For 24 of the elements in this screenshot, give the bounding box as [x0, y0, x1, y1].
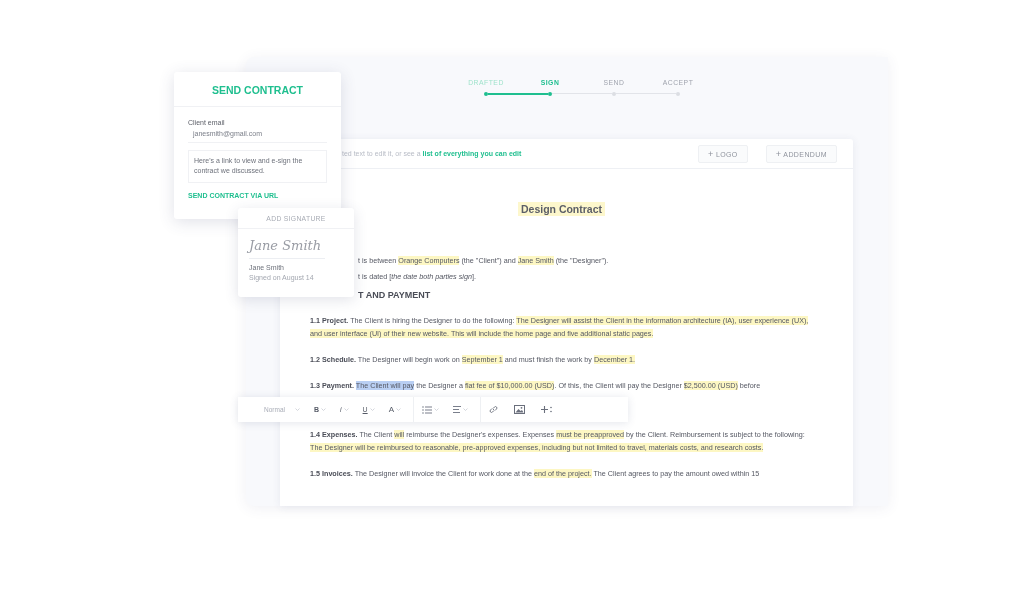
caret-icon	[434, 408, 439, 411]
step-dot	[548, 91, 552, 96]
section-heading: T AND PAYMENT	[357, 289, 432, 302]
step-dot	[484, 91, 488, 96]
align-icon	[453, 406, 461, 413]
insert-button[interactable]	[541, 405, 553, 414]
card-title: SEND CONTRACT	[174, 72, 341, 107]
image-icon	[514, 405, 525, 414]
caret-icon	[343, 408, 349, 411]
caret-icon	[294, 408, 300, 411]
signature: Jane Smith	[249, 234, 326, 259]
insert-icon	[541, 405, 553, 414]
font-size-button[interactable]: A	[388, 405, 394, 414]
image-button[interactable]	[514, 405, 525, 414]
progress-line	[488, 93, 548, 95]
caret-icon	[463, 408, 468, 411]
caret-icon	[369, 408, 375, 411]
link-button[interactable]	[489, 405, 498, 414]
document-title: Design Contract	[517, 202, 606, 216]
caret-icon	[396, 408, 401, 411]
link-icon	[489, 405, 498, 414]
align-button[interactable]	[453, 406, 461, 413]
caret-icon	[321, 408, 326, 411]
list-icon	[422, 405, 432, 414]
